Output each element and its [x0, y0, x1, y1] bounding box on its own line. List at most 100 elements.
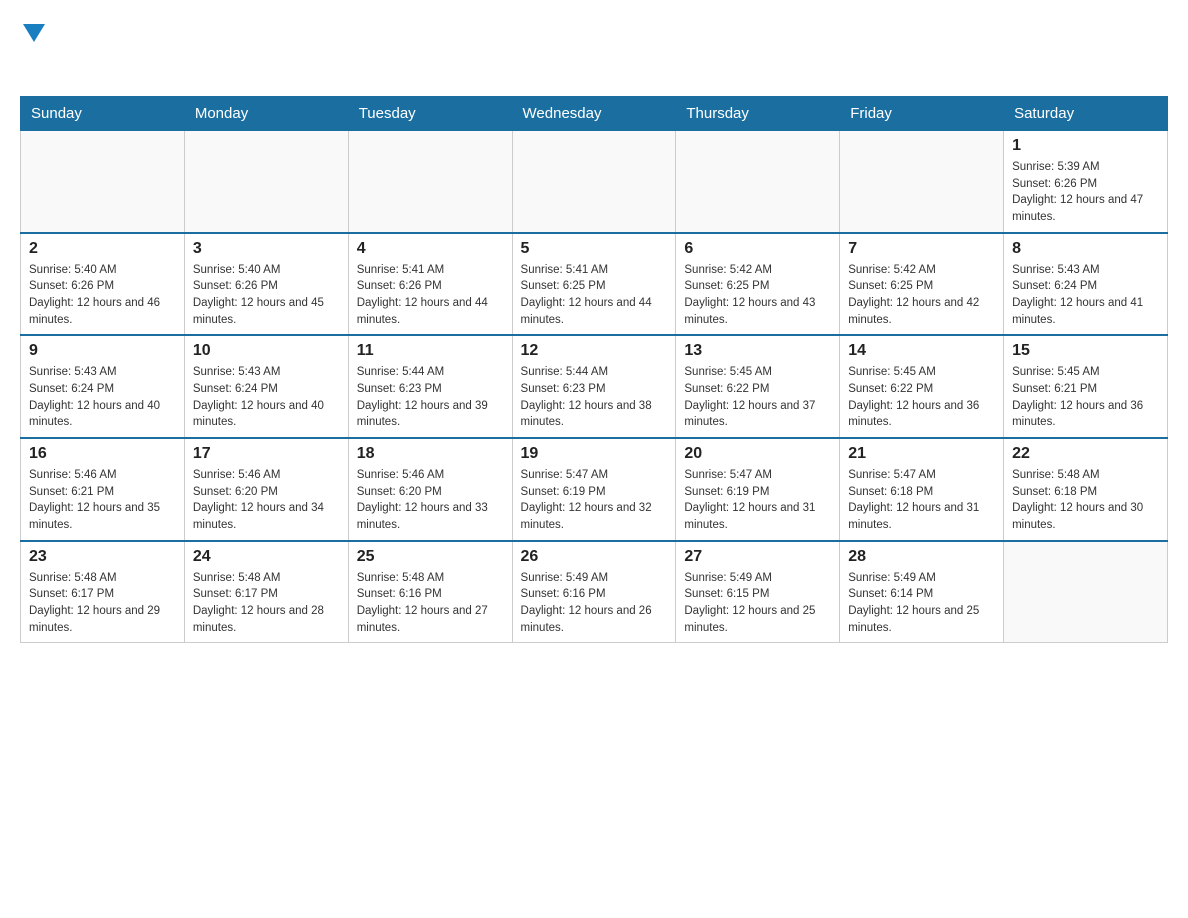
day-number: 22 — [1012, 445, 1159, 463]
day-number: 23 — [29, 548, 176, 566]
day-number: 7 — [848, 240, 995, 258]
day-info: Sunrise: 5:49 AM Sunset: 6:15 PM Dayligh… — [684, 570, 831, 637]
day-info: Sunrise: 5:49 AM Sunset: 6:14 PM Dayligh… — [848, 570, 995, 637]
calendar-cell: 18 Sunrise: 5:46 AM Sunset: 6:20 PM Dayli… — [348, 438, 512, 541]
day-info: Sunrise: 5:48 AM Sunset: 6:18 PM Dayligh… — [1012, 467, 1159, 534]
calendar-cell: 17 Sunrise: 5:46 AM Sunset: 6:20 PM Dayli… — [184, 438, 348, 541]
weekday-header-thursday: Thursday — [676, 97, 840, 131]
calendar-cell: 9 Sunrise: 5:43 AM Sunset: 6:24 PM Daylig… — [21, 335, 185, 438]
calendar-cell: 26 Sunrise: 5:49 AM Sunset: 6:16 PM Dayli… — [512, 541, 676, 643]
weekday-header-wednesday: Wednesday — [512, 97, 676, 131]
day-number: 26 — [521, 548, 668, 566]
day-info: Sunrise: 5:47 AM Sunset: 6:19 PM Dayligh… — [521, 467, 668, 534]
calendar-cell: 8 Sunrise: 5:43 AM Sunset: 6:24 PM Daylig… — [1004, 233, 1168, 336]
calendar-cell: 20 Sunrise: 5:47 AM Sunset: 6:19 PM Dayli… — [676, 438, 840, 541]
calendar-cell — [348, 131, 512, 233]
day-info: Sunrise: 5:39 AM Sunset: 6:26 PM Dayligh… — [1012, 159, 1159, 226]
calendar-cell: 2Sunrise: 5:40 AM Sunset: 6:26 PM Daylig… — [21, 233, 185, 336]
day-number: 19 — [521, 445, 668, 463]
day-number: 9 — [29, 342, 176, 360]
day-info: Sunrise: 5:41 AM Sunset: 6:25 PM Dayligh… — [521, 262, 668, 329]
calendar-cell: 22 Sunrise: 5:48 AM Sunset: 6:18 PM Dayli… — [1004, 438, 1168, 541]
calendar-cell: 19 Sunrise: 5:47 AM Sunset: 6:19 PM Dayli… — [512, 438, 676, 541]
calendar-cell: 4 Sunrise: 5:41 AM Sunset: 6:26 PM Daylig… — [348, 233, 512, 336]
day-info: Sunrise: 5:44 AM Sunset: 6:23 PM Dayligh… — [521, 364, 668, 431]
day-number: 3 — [193, 240, 340, 258]
day-info: Sunrise: 5:43 AM Sunset: 6:24 PM Dayligh… — [193, 364, 340, 431]
calendar-cell — [840, 131, 1004, 233]
day-number: 5 — [521, 240, 668, 258]
day-info: Sunrise: 5:46 AM Sunset: 6:21 PM Dayligh… — [29, 467, 176, 534]
calendar-cell: 16 Sunrise: 5:46 AM Sunset: 6:21 PM Dayli… — [21, 438, 185, 541]
calendar-cell: 24Sunrise: 5:48 AM Sunset: 6:17 PM Dayli… — [184, 541, 348, 643]
day-number: 18 — [357, 445, 504, 463]
day-info: Sunrise: 5:47 AM Sunset: 6:19 PM Dayligh… — [684, 467, 831, 534]
day-info: Sunrise: 5:43 AM Sunset: 6:24 PM Dayligh… — [1012, 262, 1159, 329]
calendar-week-row: 2 Sunrise: 5:40 AM Sunset: 6:26 PM Daylig… — [21, 233, 1168, 336]
day-info: Sunrise: 5:42 AM Sunset: 6:25 PM Dayligh… — [684, 262, 831, 329]
calendar-cell — [184, 131, 348, 233]
calendar-cell: 10Sunrise: 5:43 AM Sunset: 6:24 PM Dayli… — [184, 335, 348, 438]
day-number: 15 — [1012, 342, 1159, 360]
calendar-cell: 21 Sunrise: 5:47 AM Sunset: 6:18 PM Dayli… — [840, 438, 1004, 541]
day-number: 4 — [357, 240, 504, 258]
calendar-cell — [21, 131, 185, 233]
calendar-cell: 7 Sunrise: 5:42 AM Sunset: 6:25 PM Daylig… — [840, 233, 1004, 336]
calendar-cell — [676, 131, 840, 233]
day-number: 2 — [29, 240, 176, 258]
day-info: Sunrise: 5:49 AM Sunset: 6:16 PM Dayligh… — [521, 570, 668, 637]
weekday-header-friday: Friday — [840, 97, 1004, 131]
day-info: Sunrise: 5:45 AM Sunset: 6:21 PM Dayligh… — [1012, 364, 1159, 431]
calendar-week-row: 9 Sunrise: 5:43 AM Sunset: 6:24 PM Daylig… — [21, 335, 1168, 438]
calendar-cell: 28Sunrise: 5:49 AM Sunset: 6:14 PM Dayli… — [840, 541, 1004, 643]
day-number: 13 — [684, 342, 831, 360]
weekday-header-tuesday: Tuesday — [348, 97, 512, 131]
day-number: 25 — [357, 548, 504, 566]
weekday-header-saturday: Saturday — [1004, 97, 1168, 131]
day-info: Sunrise: 5:40 AM Sunset: 6:26 PM Dayligh… — [193, 262, 340, 329]
calendar-cell: 14Sunrise: 5:45 AM Sunset: 6:22 PM Dayli… — [840, 335, 1004, 438]
calendar-cell — [512, 131, 676, 233]
calendar-cell: 12 Sunrise: 5:44 AM Sunset: 6:23 PM Dayli… — [512, 335, 676, 438]
calendar-cell: 23 Sunrise: 5:48 AM Sunset: 6:17 PM Dayli… — [21, 541, 185, 643]
calendar-cell: 1 Sunrise: 5:39 AM Sunset: 6:26 PM Daylig… — [1004, 131, 1168, 233]
calendar-cell — [1004, 541, 1168, 643]
day-number: 14 — [848, 342, 995, 360]
day-info: Sunrise: 5:48 AM Sunset: 6:17 PM Dayligh… — [29, 570, 176, 637]
day-info: Sunrise: 5:46 AM Sunset: 6:20 PM Dayligh… — [193, 467, 340, 534]
day-number: 8 — [1012, 240, 1159, 258]
day-info: Sunrise: 5:41 AM Sunset: 6:26 PM Dayligh… — [357, 262, 504, 329]
weekday-header-row: SundayMondayTuesdayWednesdayThursdayFrid… — [21, 97, 1168, 131]
calendar-cell: 5 Sunrise: 5:41 AM Sunset: 6:25 PM Daylig… — [512, 233, 676, 336]
day-number: 24 — [193, 548, 340, 566]
day-number: 17 — [193, 445, 340, 463]
weekday-header-sunday: Sunday — [21, 97, 185, 131]
weekday-header-monday: Monday — [184, 97, 348, 131]
day-number: 16 — [29, 445, 176, 463]
day-number: 20 — [684, 445, 831, 463]
day-info: Sunrise: 5:42 AM Sunset: 6:25 PM Dayligh… — [848, 262, 995, 329]
logo — [20, 20, 45, 80]
day-number: 6 — [684, 240, 831, 258]
logo-triangle-icon — [23, 24, 45, 46]
calendar-week-row: 1 Sunrise: 5:39 AM Sunset: 6:26 PM Daylig… — [21, 131, 1168, 233]
day-info: Sunrise: 5:48 AM Sunset: 6:16 PM Dayligh… — [357, 570, 504, 637]
calendar-week-row: 16 Sunrise: 5:46 AM Sunset: 6:21 PM Dayli… — [21, 438, 1168, 541]
day-info: Sunrise: 5:43 AM Sunset: 6:24 PM Dayligh… — [29, 364, 176, 431]
calendar-cell: 6 Sunrise: 5:42 AM Sunset: 6:25 PM Daylig… — [676, 233, 840, 336]
day-number: 1 — [1012, 137, 1159, 155]
calendar-cell: 11Sunrise: 5:44 AM Sunset: 6:23 PM Dayli… — [348, 335, 512, 438]
day-info: Sunrise: 5:45 AM Sunset: 6:22 PM Dayligh… — [684, 364, 831, 431]
calendar-cell: 15 Sunrise: 5:45 AM Sunset: 6:21 PM Dayli… — [1004, 335, 1168, 438]
day-info: Sunrise: 5:46 AM Sunset: 6:20 PM Dayligh… — [357, 467, 504, 534]
calendar-cell: 13 Sunrise: 5:45 AM Sunset: 6:22 PM Dayli… — [676, 335, 840, 438]
calendar-table: SundayMondayTuesdayWednesdayThursdayFrid… — [20, 96, 1168, 643]
page-header — [20, 20, 1168, 80]
day-info: Sunrise: 5:47 AM Sunset: 6:18 PM Dayligh… — [848, 467, 995, 534]
calendar-cell: 25 Sunrise: 5:48 AM Sunset: 6:16 PM Dayli… — [348, 541, 512, 643]
day-number: 11 — [357, 342, 504, 360]
day-number: 12 — [521, 342, 668, 360]
day-number: 27 — [684, 548, 831, 566]
day-number: 21 — [848, 445, 995, 463]
calendar-cell: 27 Sunrise: 5:49 AM Sunset: 6:15 PM Dayli… — [676, 541, 840, 643]
